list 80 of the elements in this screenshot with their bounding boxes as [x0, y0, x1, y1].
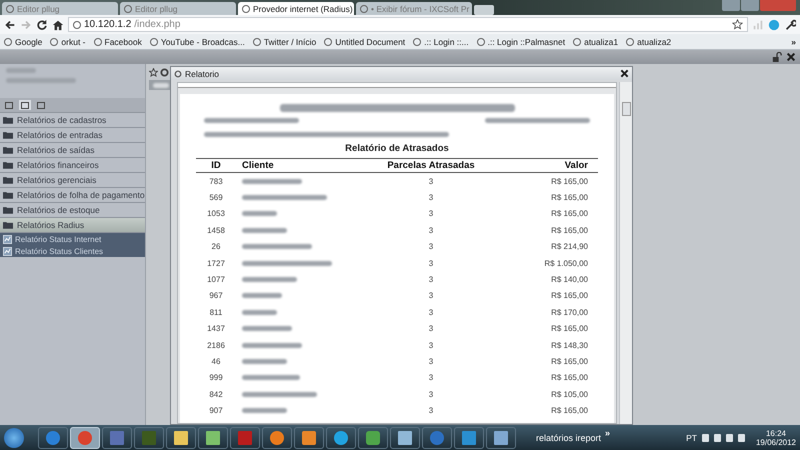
table-cell-text: R$ 105,00 [550, 390, 588, 399]
table-cell-text: 3 [428, 209, 434, 218]
taskbar-task[interactable]: relatórios ireport [536, 432, 602, 442]
table-cell-text: 3 [428, 275, 434, 284]
more-bookmarks-button[interactable]: » [791, 36, 796, 46]
table-cell-text: 46 [210, 356, 222, 366]
sidebar-item[interactable]: Relatórios de saídas [0, 143, 145, 158]
browser-tab[interactable]: Provedor internet (Radius) [238, 2, 354, 15]
column-header: Cliente [241, 160, 275, 171]
table-cell-text: 1053 [206, 209, 226, 218]
table-cell-text: 907 [208, 406, 224, 416]
bookmark[interactable]: Untitled Document [324, 36, 406, 46]
table-cell-text: R$ 165,00 [550, 324, 588, 334]
bookmark[interactable]: Google [4, 36, 42, 46]
table-cell-text: 811 [208, 308, 224, 317]
table-cell-text: R$ 140,00 [550, 275, 588, 284]
dialog-title: Relatorio [185, 68, 220, 78]
table-cell-text: R$ 148,30 [550, 340, 588, 350]
sidebar-subitem[interactable]: Relatório Status Internet [0, 233, 145, 245]
table-cell-text: 1458 [206, 226, 226, 235]
column-header: Valor [564, 160, 588, 171]
bookmark[interactable]: YouTube - Broadcas... [150, 36, 245, 46]
table-cell-text: 569 [208, 193, 224, 202]
table-cell-text: 3 [428, 193, 434, 202]
bookmark[interactable]: .:: Login ::... [413, 36, 469, 46]
table-cell-text: 3 [428, 324, 434, 334]
table-cell-text: 1727 [206, 258, 226, 268]
language-indicator[interactable]: PT [686, 432, 697, 442]
url-host: 10.120.1.2 [84, 19, 132, 30]
sidebar-item[interactable]: Relatórios de entradas [0, 128, 145, 143]
more-button[interactable]: » [605, 428, 610, 438]
table-cell-text: 3 [428, 258, 434, 268]
table-cell-text: 967 [208, 291, 224, 300]
table-cell-text: 999 [208, 373, 224, 382]
clock-date[interactable]: 19/06/2012 [756, 438, 796, 446]
table-cell-text: 3 [428, 356, 434, 366]
table-cell-text: 1437 [206, 324, 226, 334]
url-path: /index.php [134, 19, 182, 30]
table-cell-text: R$ 165,00 [550, 209, 588, 218]
bookmark[interactable]: .:: Login ::Palmasnet [476, 36, 566, 46]
address-field[interactable]: 10.120.1.2 /index.php [68, 17, 748, 32]
sidebar-item[interactable]: Relatórios gerenciais [0, 173, 145, 188]
bookmark[interactable]: orkut - [50, 36, 86, 46]
sidebar-item[interactable]: Relatórios de folha de pagamento [0, 188, 145, 203]
table-cell-text: R$ 165,00 [550, 356, 588, 366]
table-cell-text: 2186 [206, 340, 226, 350]
sidebar-item[interactable]: Relatórios Radius [0, 218, 145, 233]
table-cell-text: 3 [428, 176, 434, 186]
table-cell-text: 3 [428, 373, 434, 382]
table-cell-text: R$ 165,00 [550, 373, 588, 382]
table-cell-text: 3 [428, 390, 434, 399]
sidebar-item[interactable]: Relatórios de cadastros [0, 113, 145, 128]
table-cell-text: 3 [428, 242, 434, 252]
column-header: ID [210, 160, 222, 171]
column-header: Parcelas Atrasadas [386, 160, 476, 171]
table-cell-text: R$ 165,00 [550, 406, 588, 416]
table-cell-text: R$ 214,90 [550, 242, 588, 252]
table-cell-text: 3 [428, 291, 434, 300]
table-cell-text: 26 [210, 242, 222, 252]
table-cell-text: R$ 165,00 [550, 291, 588, 300]
table-cell-text: 3 [428, 308, 434, 317]
table-cell-text: 3 [428, 406, 434, 416]
bookmark[interactable]: atualiza2 [626, 36, 672, 46]
bookmark[interactable]: Facebook [94, 36, 142, 46]
table-cell-text: R$ 165,00 [550, 176, 588, 186]
table-cell-text: 3 [428, 340, 434, 350]
table-cell-text: R$ 1.050,00 [543, 258, 588, 268]
table-cell-text: R$ 165,00 [550, 226, 588, 235]
bookmark[interactable]: Twitter / Início [252, 36, 316, 46]
table-cell-text: 3 [428, 226, 434, 235]
clock-time[interactable]: 16:24 [766, 428, 786, 438]
table-cell-text: R$ 165,00 [550, 193, 588, 202]
table-cell-text: 1077 [206, 275, 226, 284]
bookmark[interactable]: atualiza1 [573, 36, 618, 46]
table-cell-text: 783 [208, 176, 224, 186]
table-cell-text: 842 [208, 390, 224, 399]
sidebar-item[interactable]: Relatórios financeiros [0, 158, 145, 173]
table-cell-text: R$ 170,00 [550, 308, 588, 317]
sidebar-subitem[interactable]: Relatório Status Clientes [0, 245, 145, 257]
report-title: Relatório de Atrasados [196, 143, 598, 159]
